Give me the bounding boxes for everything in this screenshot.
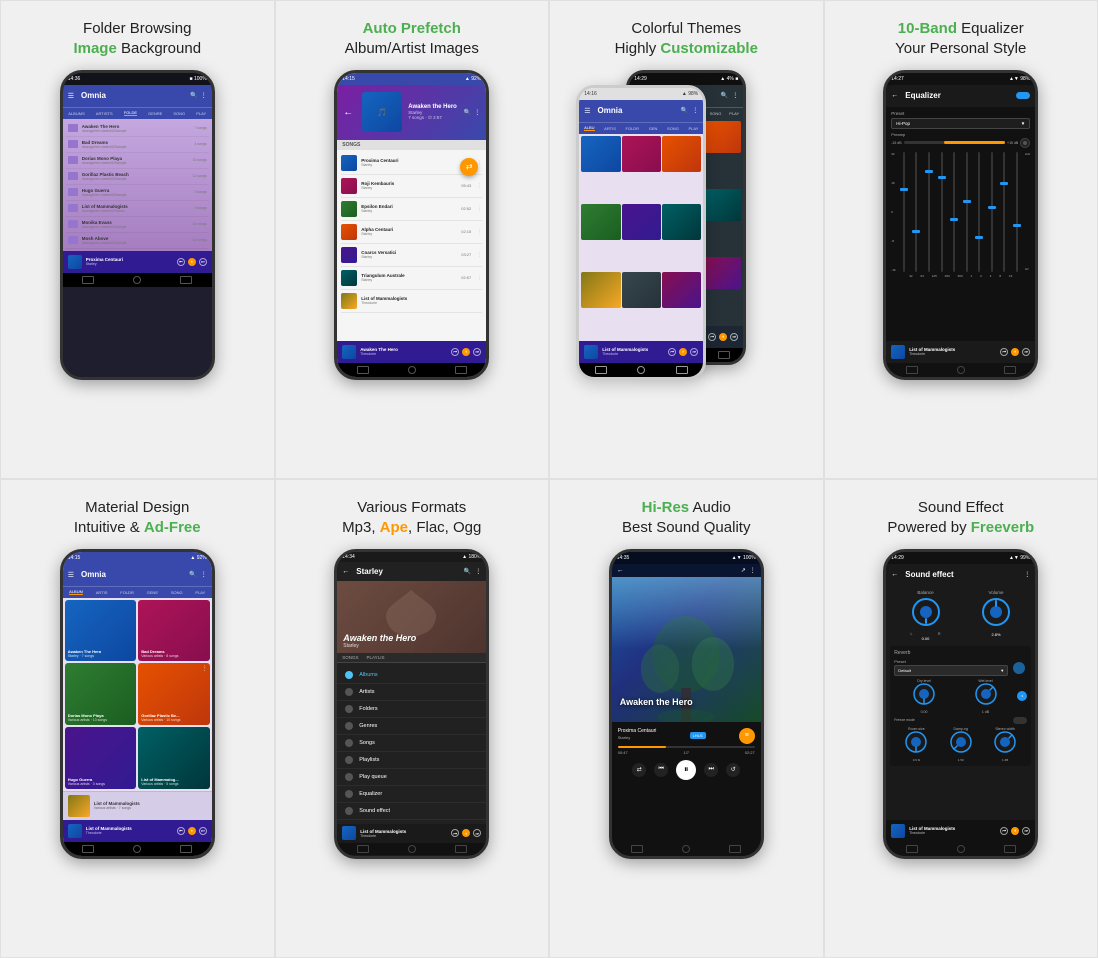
prev-button[interactable]: ⏮	[654, 763, 668, 777]
phone-light-theme: 14:16 ▲ 98% ☰ Omnia 🔍 ⋮ ALBU ARTIS FOLDR…	[576, 85, 706, 380]
song-item: Epsilon Endari Starley 02:52 ⋮	[341, 198, 482, 221]
drawer-item-playlists[interactable]: Playlists	[337, 752, 486, 769]
song-item: Roji Kembauris Starley 05:43 ⋮	[341, 175, 482, 198]
cell-equalizer: 10-Band Equalizer Your Personal Style 14…	[824, 0, 1098, 479]
phone-songs: 14:15 ▲ 92% ← 🎵 Awaken the Hero Starley …	[334, 70, 489, 380]
damping-knob[interactable]	[950, 731, 972, 753]
drawer-item-soundeffect[interactable]: Sound effect	[337, 803, 486, 820]
repeat-button[interactable]: ↺	[726, 763, 740, 777]
next-button[interactable]: ⏭	[704, 763, 718, 777]
folder-item: Bad Dreams /storage/em.ulated/0/Sample 4…	[66, 137, 209, 153]
phone-folder: 14:36 ■ 100% ☰ Omnia 🔍 ⋮ ALBUMS ARTISTS	[60, 70, 215, 380]
room-size-knob[interactable]	[905, 731, 927, 753]
shuffle-button[interactable]: ⇄	[632, 763, 646, 777]
phone-equalizer: 14:27 ▲▼ 98% ← Equalizer Preset Hi-Pop ▼…	[883, 70, 1038, 380]
cell-title-soundeffect: Sound Effect Powered by Freeverb	[887, 498, 1034, 539]
folder-item: Awaken The Hero /storage/em.ulated/0/Sam…	[66, 121, 209, 137]
drawer-item-songs[interactable]: Songs	[337, 735, 486, 752]
balance-knob[interactable]	[911, 597, 941, 627]
song-item: List of Mammalogists Theodorie	[341, 290, 482, 313]
status-bar: 14:36 ■ 100%	[63, 73, 212, 85]
cell-title-material: Material Design Intuitive & Ad-Free	[74, 498, 201, 539]
cell-folder-browsing: Folder Browsing Image Background 14:36 ■…	[0, 0, 275, 479]
cell-themes: Colorful Themes Highly Customizable 14:2…	[549, 0, 824, 479]
stereo-width-knob[interactable]	[994, 731, 1016, 753]
shuffle-fab[interactable]: ⇄	[460, 158, 478, 176]
dry-level-knob[interactable]	[913, 683, 935, 705]
song-list: Proxima Centauri Starley 03:27 ⋮ Roji Ke…	[337, 150, 486, 341]
folder-item: Monika Evans /storage/em.ulated/0/Sample…	[66, 217, 209, 233]
cell-formats: Various Formats Mp3, Ape, Flac, Ogg 14:3…	[275, 479, 550, 958]
phone-screen-folder: 14:36 ■ 100% ☰ Omnia 🔍 ⋮ ALBUMS ARTISTS	[63, 73, 212, 377]
drawer-item-albums[interactable]: Albums	[337, 667, 486, 684]
drawer-item-artists[interactable]: Artists	[337, 684, 486, 701]
drawer-item-playqueue[interactable]: Play queue	[337, 769, 486, 786]
wet-level-knob[interactable]	[975, 683, 997, 705]
folder-item: Hugo Guerra /storage/em.ulated/0/Sample …	[66, 185, 209, 201]
cell-title-themes: Colorful Themes Highly Customizable	[615, 19, 758, 60]
progress-bar	[618, 746, 755, 748]
play-pause-button[interactable]: ⏸	[676, 760, 696, 780]
song-item: Triangulum Australe Starley 02:57 ⋮	[341, 267, 482, 290]
cell-material: Material Design Intuitive & Ad-Free 14:1…	[0, 479, 275, 958]
folder-item: Gorillaz Plastic Beach /storage/em.ulate…	[66, 169, 209, 185]
cell-title-formats: Various Formats Mp3, Ape, Flac, Ogg	[342, 498, 481, 539]
phone-formats: 14:34 ▲ 180% ← Starley 🔍 ⋮	[334, 549, 489, 859]
album-header: ← 🎵 Awaken the Hero Starley 7 songs · ∅ …	[337, 85, 486, 140]
cell-title-folder: Folder Browsing Image Background	[73, 19, 201, 60]
now-playing-bar: Awaken The Hero Theodorie ⏮ ⏸ ⏭	[337, 341, 486, 363]
phone-player: 14:35 ▲▼ 100% ← ↗ ⋮	[609, 549, 764, 859]
phone-bottom-nav	[63, 273, 212, 287]
theme-phones-container: 14:29 ▲ 4% ■ ☰ Omnia 🔍 ⋮ AL.BL ARTIS FOL…	[576, 70, 796, 380]
drawer-menu: Albums Artists Folders Genres	[337, 663, 486, 824]
folder-item: Dorias Mono Playa /storage/em.ulated/0/S…	[66, 153, 209, 169]
cell-title-prefetch: Auto Prefetch Album/Artist Images	[345, 19, 479, 60]
drawer-item-folders[interactable]: Folders	[337, 701, 486, 718]
formats-album-header: Awaken the Hero Starley	[337, 581, 486, 652]
cell-title-hires: Hi-Res Audio Best Sound Quality	[622, 498, 750, 539]
drawer-item-equalizer[interactable]: Equalizer	[337, 786, 486, 803]
eq-toggle[interactable]	[1016, 92, 1030, 99]
cell-title-eq: 10-Band Equalizer Your Personal Style	[895, 19, 1026, 60]
cell-auto-prefetch: Auto Prefetch Album/Artist Images 14:15 …	[275, 0, 550, 479]
tab-bar: ALBUMS ARTISTS FOLDE GENRE SONG PLAY	[63, 107, 212, 119]
folder-item: List of Mammalogists /storage/em.ulated/…	[66, 201, 209, 217]
phone-material: 14:15 ▲ 92% ☰ Omnia 🔍 ⋮ ALBUM ARTIS FOLD…	[60, 549, 215, 859]
now-playing-bar: Proxima Centauri Starley ⏮ ⏸ ⏭	[63, 251, 212, 273]
main-grid: Folder Browsing Image Background 14:36 ■…	[0, 0, 1098, 958]
song-item: Alpha Centauri Starley 02:15 ⋮	[341, 221, 482, 244]
cell-soundeffect: Sound Effect Powered by Freeverb 14:29 ▲…	[824, 479, 1098, 958]
cell-hires: Hi-Res Audio Best Sound Quality 14:35 ▲▼…	[549, 479, 824, 958]
drawer-item-genres[interactable]: Genres	[337, 718, 486, 735]
song-item: Coarcs Versatici Starley 03:27 ⋮	[341, 244, 482, 267]
volume-knob[interactable]	[981, 597, 1011, 627]
app-bar: ☰ Omnia 🔍 ⋮	[63, 85, 212, 107]
player-album-art: Awaken the Hero	[612, 577, 761, 722]
phone-soundeffect: 14:29 ▲▼ 99% ← Sound effect ⋮ Balance	[883, 549, 1038, 859]
phone-bottom-nav	[337, 363, 486, 377]
album-art: 🎵	[362, 92, 402, 132]
folder-item: Mosh Above /storage/em.ulated/0/Sample 1…	[66, 233, 209, 249]
